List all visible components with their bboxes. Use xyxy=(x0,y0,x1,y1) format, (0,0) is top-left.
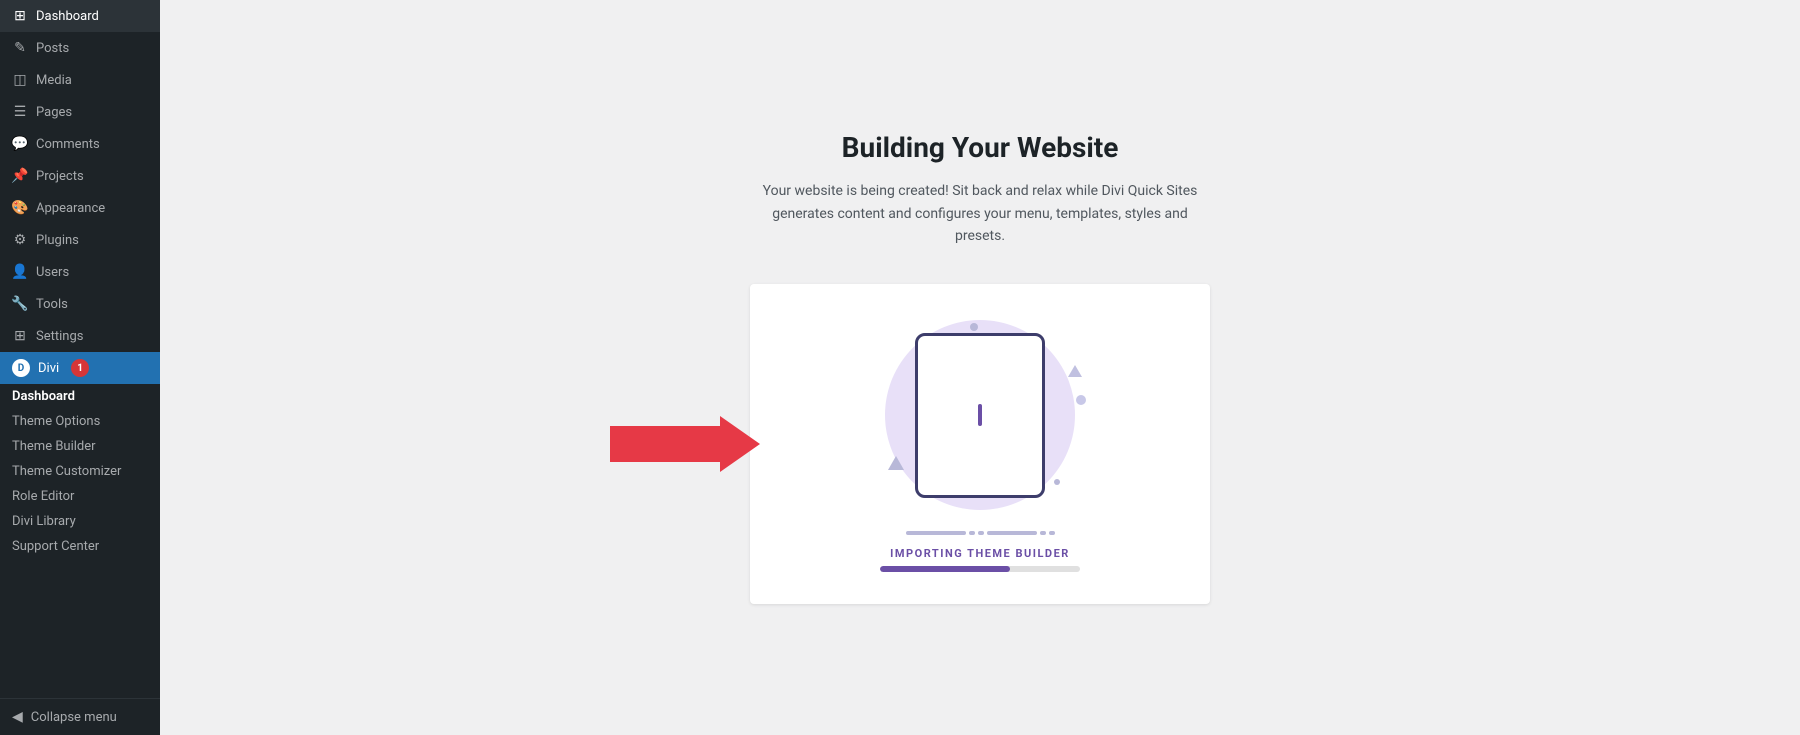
divi-submenu-support-center[interactable]: Support Center xyxy=(0,534,160,559)
divi-badge: 1 xyxy=(71,359,89,377)
dashboard-icon: ⊞ xyxy=(12,8,28,24)
sidebar-item-users[interactable]: 👤 Users xyxy=(0,256,160,288)
sidebar-item-appearance[interactable]: 🎨 Appearance xyxy=(0,192,160,224)
sidebar-item-label: Users xyxy=(36,265,69,280)
bottom-line-4 xyxy=(987,531,1037,535)
bottom-lines xyxy=(906,531,1055,535)
sidebar-item-settings[interactable]: ⊞ Settings xyxy=(0,320,160,352)
divi-menu-header[interactable]: D Divi 1 xyxy=(0,352,160,384)
sidebar-item-label: Settings xyxy=(36,329,83,344)
media-icon: ◫ xyxy=(12,72,28,88)
comments-icon: 💬 xyxy=(12,136,28,152)
sidebar-item-tools[interactable]: 🔧 Tools xyxy=(0,288,160,320)
device-tablet xyxy=(915,333,1045,498)
divi-submenu-divi-library[interactable]: Divi Library xyxy=(0,509,160,534)
sidebar-item-label: Appearance xyxy=(36,201,105,216)
sidebar-item-comments[interactable]: 💬 Comments xyxy=(0,128,160,160)
bottom-line-1 xyxy=(906,531,966,535)
arrow-body xyxy=(610,426,720,462)
sidebar-item-plugins[interactable]: ⚙ Plugins xyxy=(0,224,160,256)
collapse-label: Collapse menu xyxy=(31,710,117,725)
sidebar-item-posts[interactable]: ✎ Posts xyxy=(0,32,160,64)
divi-label: Divi xyxy=(38,361,59,376)
importing-label: IMPORTING THEME BUILDER xyxy=(890,547,1070,560)
plugins-icon: ⚙ xyxy=(12,232,28,248)
progress-section: IMPORTING THEME BUILDER xyxy=(880,547,1080,572)
bottom-line-5 xyxy=(1040,531,1046,535)
divi-submenu: Dashboard Theme Options Theme Builder Th… xyxy=(0,384,160,559)
sidebar-item-label: Media xyxy=(36,73,72,88)
collapse-menu-button[interactable]: ◀ Collapse menu xyxy=(0,698,160,735)
divi-submenu-dashboard[interactable]: Dashboard xyxy=(0,384,160,409)
bottom-line-6 xyxy=(1049,531,1055,535)
big-arrow xyxy=(610,416,760,472)
sidebar-item-pages[interactable]: ☰ Pages xyxy=(0,96,160,128)
animation-card: IMPORTING THEME BUILDER xyxy=(750,284,1210,604)
sidebar-item-label: Tools xyxy=(36,297,68,312)
sidebar-item-projects[interactable]: 📌 Projects xyxy=(0,160,160,192)
page-title: Building Your Website xyxy=(842,131,1119,164)
sidebar-item-label: Posts xyxy=(36,41,69,56)
sidebar: ⊞ Dashboard ✎ Posts ◫ Media ☰ Pages 💬 Co… xyxy=(0,0,160,735)
sidebar-item-label: Pages xyxy=(36,105,72,120)
sidebar-item-label: Plugins xyxy=(36,233,79,248)
sidebar-item-dashboard[interactable]: ⊞ Dashboard xyxy=(0,0,160,32)
deco-triangle-1 xyxy=(888,456,904,470)
divi-submenu-role-editor[interactable]: Role Editor xyxy=(0,484,160,509)
divi-icon: D xyxy=(12,359,30,377)
settings-icon: ⊞ xyxy=(12,328,28,344)
page-subtitle: Your website is being created! Sit back … xyxy=(760,180,1200,247)
bottom-line-2 xyxy=(969,531,975,535)
arrow-head xyxy=(720,416,760,472)
progress-bar-fill xyxy=(880,566,1010,572)
collapse-icon: ◀ xyxy=(12,709,23,725)
progress-bar-container xyxy=(880,566,1080,572)
device-cursor xyxy=(978,404,982,426)
bottom-line-3 xyxy=(978,531,984,535)
posts-icon: ✎ xyxy=(12,40,28,56)
illus-circle xyxy=(870,315,1090,515)
illustration: IMPORTING THEME BUILDER xyxy=(870,315,1090,572)
projects-icon: 📌 xyxy=(12,168,28,184)
main-content: Building Your Website Your website is be… xyxy=(160,0,1800,735)
users-icon: 👤 xyxy=(12,264,28,280)
appearance-icon: 🎨 xyxy=(12,200,28,216)
deco-triangle-2 xyxy=(1068,365,1082,377)
divi-submenu-theme-customizer[interactable]: Theme Customizer xyxy=(0,459,160,484)
sidebar-item-media[interactable]: ◫ Media xyxy=(0,64,160,96)
deco-dot-2 xyxy=(1076,395,1086,405)
divi-submenu-theme-options[interactable]: Theme Options xyxy=(0,409,160,434)
sidebar-item-label: Dashboard xyxy=(36,9,99,24)
sidebar-item-label: Projects xyxy=(36,169,84,184)
sidebar-item-label: Comments xyxy=(36,137,100,152)
pages-icon: ☰ xyxy=(12,104,28,120)
divi-submenu-theme-builder[interactable]: Theme Builder xyxy=(0,434,160,459)
tools-icon: 🔧 xyxy=(12,296,28,312)
deco-dot-3 xyxy=(1054,479,1060,485)
